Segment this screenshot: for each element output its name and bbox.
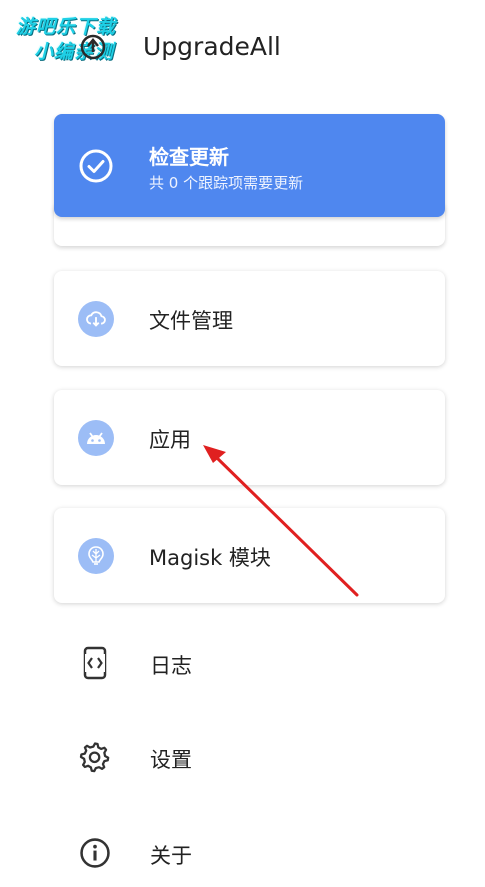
info-icon xyxy=(78,836,112,870)
check-circle-icon xyxy=(78,148,114,188)
menu-log-label: 日志 xyxy=(150,654,192,678)
watermark: 游吧乐下载 小编亲测 xyxy=(14,12,134,66)
cloud-download-icon xyxy=(78,301,114,337)
menu-item-about[interactable]: 关于 xyxy=(0,822,485,882)
app-logo-icon xyxy=(78,32,108,66)
apps-label: 应用 xyxy=(149,428,191,452)
log-icon xyxy=(78,646,112,680)
check-update-card[interactable]: 检查更新 共 0 个跟踪项需要更新 xyxy=(54,114,445,217)
magisk-icon xyxy=(78,538,114,574)
menu-settings-label: 设置 xyxy=(150,748,192,772)
android-icon xyxy=(78,420,114,456)
menu-item-log[interactable]: 日志 xyxy=(0,632,485,692)
apps-card[interactable]: 应用 xyxy=(54,390,445,485)
gear-icon xyxy=(78,740,112,774)
check-update-title: 检查更新 xyxy=(149,145,229,169)
file-management-card[interactable]: 文件管理 xyxy=(54,271,445,366)
menu-about-label: 关于 xyxy=(150,844,192,868)
check-update-subtitle: 共 0 个跟踪项需要更新 xyxy=(149,174,304,192)
magisk-module-card[interactable]: Magisk 模块 xyxy=(54,508,445,603)
menu-item-settings[interactable]: 设置 xyxy=(0,726,485,786)
app-title: UpgradeAll xyxy=(143,32,281,61)
magisk-module-label: Magisk 模块 xyxy=(149,546,271,570)
file-management-label: 文件管理 xyxy=(149,309,233,333)
